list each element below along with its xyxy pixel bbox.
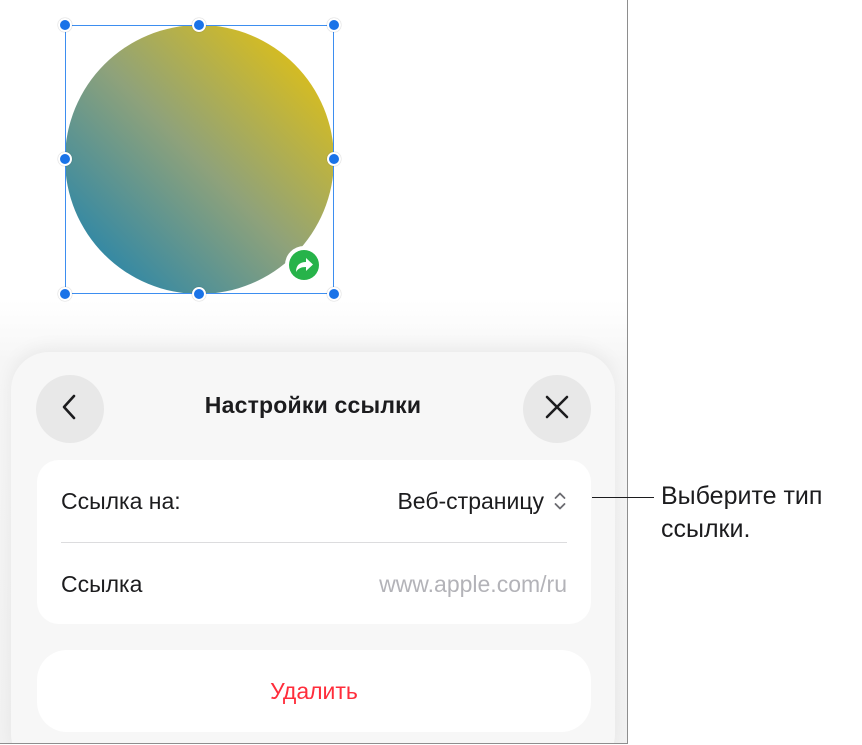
resize-handle-top-right[interactable] xyxy=(327,18,341,32)
resize-handle-top-left[interactable] xyxy=(58,18,72,32)
link-url-input[interactable]: www.apple.com/ru xyxy=(379,571,567,598)
selected-shape[interactable] xyxy=(58,18,341,301)
link-type-row[interactable]: Ссылка на: Веб-страницу xyxy=(61,460,567,542)
chevron-up-down-icon xyxy=(553,490,567,512)
resize-handle-right[interactable] xyxy=(327,152,341,166)
link-type-value: Веб-страницу xyxy=(397,487,544,514)
resize-handle-bottom-left[interactable] xyxy=(58,287,72,301)
link-type-label: Ссылка на: xyxy=(61,487,181,514)
resize-handle-bottom[interactable] xyxy=(192,287,206,301)
link-url-label: Ссылка xyxy=(61,570,143,597)
callout-text: Выберите тип ссылки. xyxy=(661,482,823,543)
stage: Настройки ссылки Ссылка на: Веб-страницу xyxy=(0,0,862,745)
resize-handle-bottom-right[interactable] xyxy=(327,287,341,301)
link-type-selector[interactable]: Веб-страницу xyxy=(397,488,567,515)
link-url-row[interactable]: Ссылка www.apple.com/ru xyxy=(61,543,567,625)
device-screen: Настройки ссылки Ссылка на: Веб-страницу xyxy=(0,0,628,744)
link-badge[interactable] xyxy=(285,246,323,284)
link-arrow-icon xyxy=(289,250,319,280)
delete-link-button[interactable]: Удалить xyxy=(37,650,591,732)
callout-line xyxy=(592,497,654,498)
resize-handle-left[interactable] xyxy=(58,152,72,166)
link-settings-group: Ссылка на: Веб-страницу Ссылка www.apple… xyxy=(37,460,591,624)
link-settings-sheet: Настройки ссылки Ссылка на: Веб-страницу xyxy=(11,352,615,743)
close-icon xyxy=(543,393,571,426)
resize-handle-top[interactable] xyxy=(192,18,206,32)
close-button[interactable] xyxy=(523,375,591,443)
